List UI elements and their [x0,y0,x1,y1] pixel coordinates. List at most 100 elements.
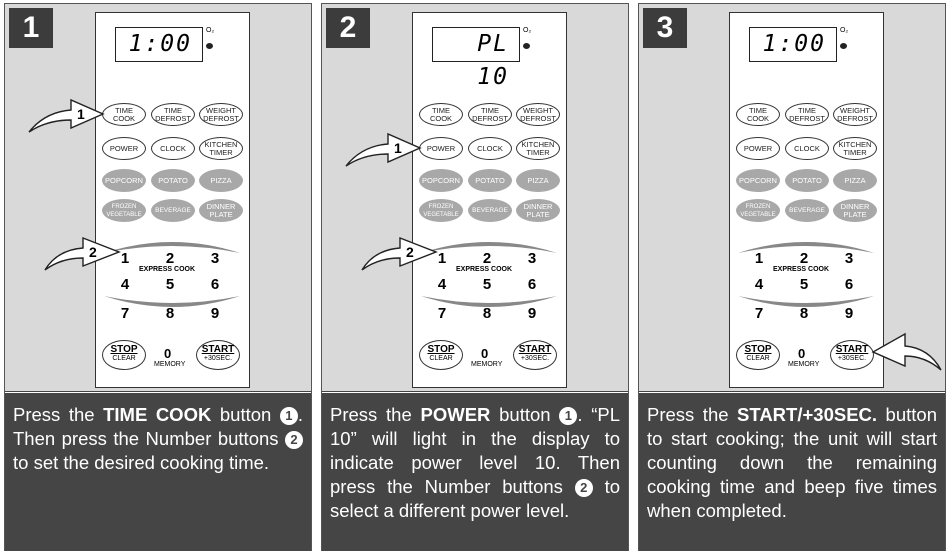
number-7-button[interactable]: 7 [115,305,135,322]
frozen-vegetable-button[interactable]: FROZEN VEGETABLE [419,199,463,222]
start-button[interactable]: START +30SEC. [196,340,240,370]
control-panel: PL 10 O₂ TIME COOK TIME DEFROST WEIGHT D… [412,12,567,388]
number-2-button[interactable]: 2 [160,250,180,267]
stop-clear-button[interactable]: STOP CLEAR [102,340,146,370]
number-8-button[interactable]: 8 [794,305,814,322]
o2-label: O₂ [523,27,532,34]
number-3-button[interactable]: 3 [205,250,225,267]
power-button[interactable]: POWER [419,137,463,160]
time-defrost-button[interactable]: TIME DEFROST [151,103,195,126]
number-9-button[interactable]: 9 [522,305,542,322]
popcorn-button[interactable]: POPCORN [736,169,780,192]
step-caption: Press the START/+30SEC. button to start … [639,393,945,551]
kitchen-timer-button[interactable]: KITCHEN TIMER [199,137,243,160]
start-button[interactable]: START +30SEC. [513,340,557,370]
number-3-button[interactable]: 3 [839,250,859,267]
illustration-area: 3 1:00 O₂ TIME COOK TIME DEFROST WEIGHT … [639,4,945,392]
start-button[interactable]: START +30SEC. [830,340,874,370]
number-5-button[interactable]: 5 [477,276,497,293]
number-2-button[interactable]: 2 [477,250,497,267]
start-label: START [201,344,235,355]
caption-key-name: START/+30SEC. [737,404,878,425]
pointer-arrow-2-icon: 2 [44,236,121,271]
dinner-plate-button[interactable]: DINNER PLATE [833,199,877,222]
potato-button[interactable]: POTATO [468,169,512,192]
number-6-button[interactable]: 6 [839,276,859,293]
kitchen-timer-button[interactable]: KITCHEN TIMER [516,137,560,160]
frozen-vegetable-button[interactable]: FROZEN VEGETABLE [102,199,146,222]
express-cook-label: EXPRESS COOK [773,266,830,273]
number-0-button[interactable]: 0 [481,346,488,361]
step-caption: Press the POWER button 1. “PL 10” will l… [322,393,628,551]
stop-clear-button[interactable]: STOP CLEAR [419,340,463,370]
beverage-button[interactable]: BEVERAGE [151,199,195,222]
stop-clear-button[interactable]: STOP CLEAR [736,340,780,370]
weight-defrost-button[interactable]: WEIGHT DEFROST [833,103,877,126]
popcorn-button[interactable]: POPCORN [102,169,146,192]
pointer-arrow-1-icon: 1 [345,132,422,167]
sensor-dot-icon [840,43,847,49]
kitchen-timer-button[interactable]: KITCHEN TIMER [833,137,877,160]
number-5-button[interactable]: 5 [160,276,180,293]
control-panel: 1:00 O₂ TIME COOK TIME DEFROST WEIGHT DE… [95,12,250,388]
plus30-label: +30SEC. [203,355,233,362]
stop-label: STOP [110,344,138,355]
dinner-plate-button[interactable]: DINNER PLATE [199,199,243,222]
power-button[interactable]: POWER [736,137,780,160]
memory-label: MEMORY [154,361,186,368]
number-9-button[interactable]: 9 [205,305,225,322]
number-4-button[interactable]: 4 [749,276,769,293]
caption-key-name: POWER [420,404,491,425]
number-7-button[interactable]: 7 [749,305,769,322]
pointer-arrow-1-icon: 1 [28,98,105,133]
memory-label: MEMORY [788,361,820,368]
clock-button[interactable]: CLOCK [151,137,195,160]
weight-defrost-button[interactable]: WEIGHT DEFROST [516,103,560,126]
display: 1:00 [115,27,203,62]
clock-button[interactable]: CLOCK [468,137,512,160]
clear-label: CLEAR [112,355,136,362]
popcorn-button[interactable]: POPCORN [419,169,463,192]
caption-text: Press the [647,404,738,425]
illustration-area: 2 PL 10 O₂ TIME COOK TIME DEFROST WEIGHT… [322,4,628,392]
power-button[interactable]: POWER [102,137,146,160]
number-6-button[interactable]: 6 [522,276,542,293]
control-panel: 1:00 O₂ TIME COOK TIME DEFROST WEIGHT DE… [729,12,884,388]
weight-defrost-button[interactable]: WEIGHT DEFROST [199,103,243,126]
time-defrost-button[interactable]: TIME DEFROST [785,103,829,126]
number-8-button[interactable]: 8 [477,305,497,322]
number-2-button[interactable]: 2 [794,250,814,267]
number-4-button[interactable]: 4 [115,276,135,293]
beverage-button[interactable]: BEVERAGE [468,199,512,222]
potato-button[interactable]: POTATO [151,169,195,192]
caption-text: Press the [330,404,421,425]
number-7-button[interactable]: 7 [432,305,452,322]
number-0-button[interactable]: 0 [164,346,171,361]
sensor-dot-icon [523,43,530,49]
step-caption: Press the TIME COOK button 1. Then press… [5,393,311,551]
time-defrost-button[interactable]: TIME DEFROST [468,103,512,126]
number-0-button[interactable]: 0 [798,346,805,361]
pizza-button[interactable]: PIZZA [833,169,877,192]
dinner-plate-button[interactable]: DINNER PLATE [516,199,560,222]
illustration-area: 1 1:00 O₂ TIME COOK TIME DEFROST WEIGHT … [5,4,311,392]
frozen-vegetable-button[interactable]: FROZEN VEGETABLE [736,199,780,222]
number-3-button[interactable]: 3 [522,250,542,267]
step-panel-2: 2 PL 10 O₂ TIME COOK TIME DEFROST WEIGHT… [321,3,629,551]
time-cook-button[interactable]: TIME COOK [102,103,146,126]
number-4-button[interactable]: 4 [432,276,452,293]
clear-label: CLEAR [746,355,770,362]
number-9-button[interactable]: 9 [839,305,859,322]
time-cook-button[interactable]: TIME COOK [736,103,780,126]
number-8-button[interactable]: 8 [160,305,180,322]
number-1-button[interactable]: 1 [749,250,769,267]
pizza-button[interactable]: PIZZA [516,169,560,192]
pizza-button[interactable]: PIZZA [199,169,243,192]
time-cook-button[interactable]: TIME COOK [419,103,463,126]
number-6-button[interactable]: 6 [205,276,225,293]
potato-button[interactable]: POTATO [785,169,829,192]
clock-button[interactable]: CLOCK [785,137,829,160]
pointer-2-label: 2 [406,244,414,260]
beverage-button[interactable]: BEVERAGE [785,199,829,222]
number-5-button[interactable]: 5 [794,276,814,293]
